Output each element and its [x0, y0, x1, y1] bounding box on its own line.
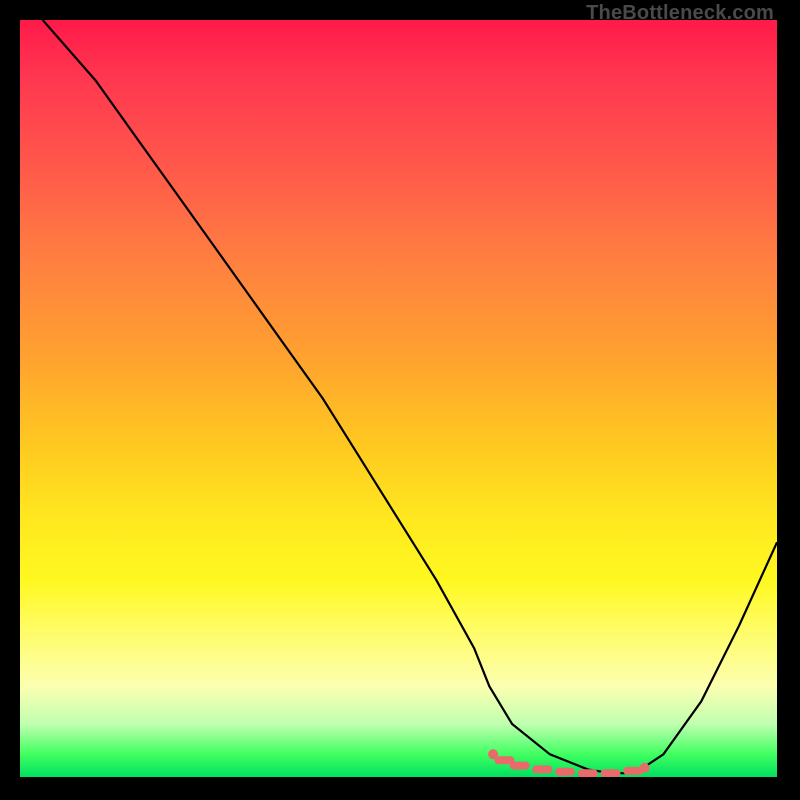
chart-frame: TheBottleneck.com	[0, 0, 800, 800]
plot-area	[20, 20, 777, 777]
chart-svg	[20, 20, 777, 777]
bottleneck-curve	[43, 20, 777, 773]
watermark-text: TheBottleneck.com	[586, 2, 774, 25]
